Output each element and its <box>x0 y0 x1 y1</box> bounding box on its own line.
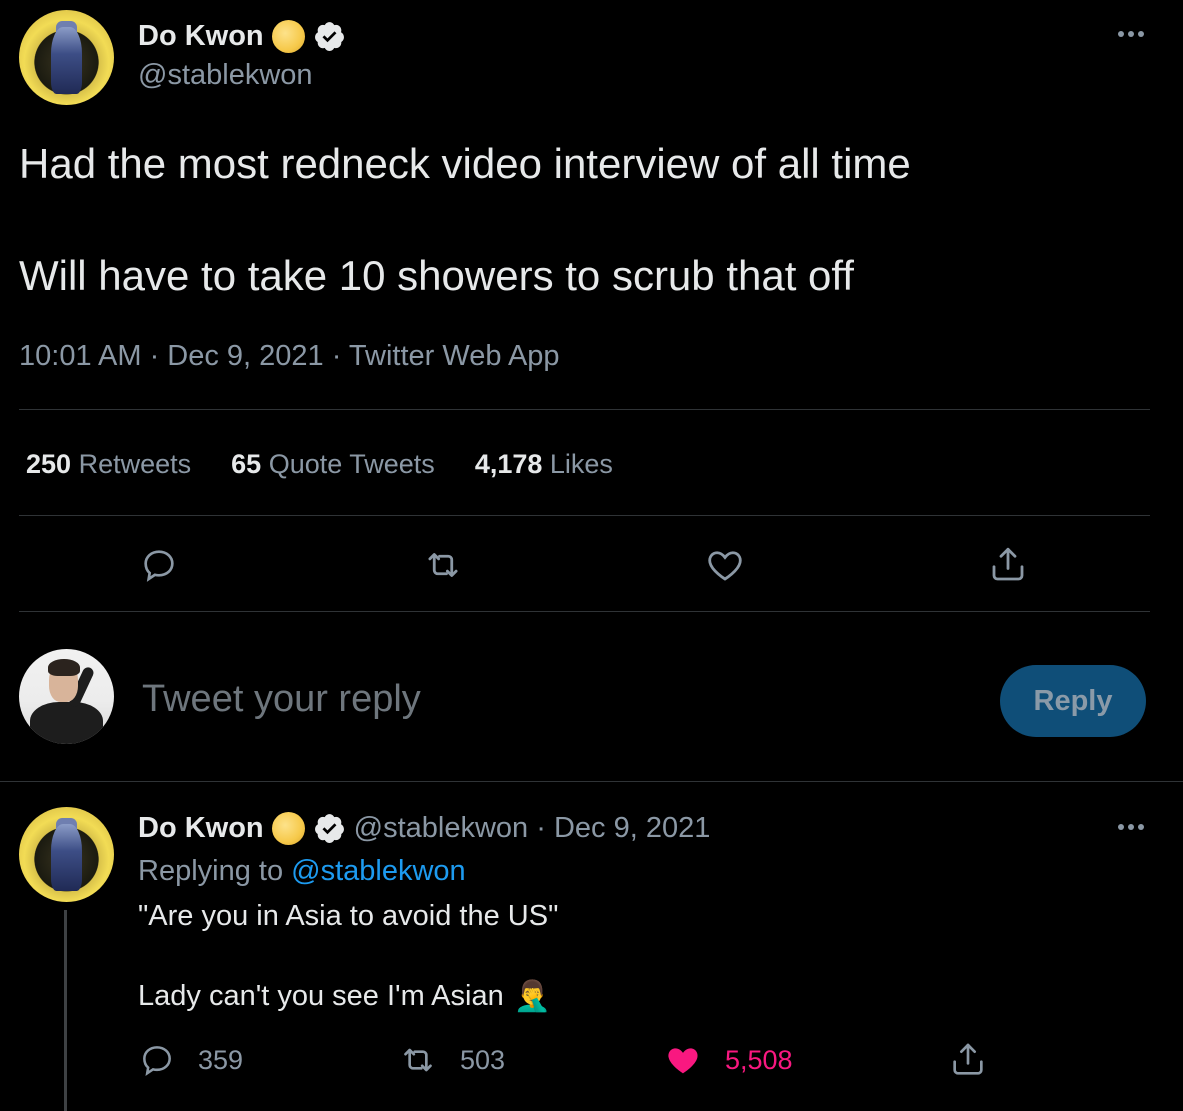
verified-icon <box>314 21 344 51</box>
reply-icon[interactable] <box>137 543 181 587</box>
reply-button[interactable]: Reply <box>1000 665 1146 737</box>
reply-likes-action[interactable]: 5,508 <box>663 1040 793 1080</box>
stats-row: 250 Retweets 65 Quote Tweets 4,178 Likes <box>26 449 613 480</box>
divider <box>19 409 1150 410</box>
reply-author-avatar[interactable] <box>19 807 114 902</box>
reply-icon <box>143 1046 171 1077</box>
reply-input[interactable]: Tweet your reply <box>142 678 421 721</box>
like-icon <box>668 1048 698 1074</box>
retweet-count: 503 <box>460 1044 506 1075</box>
divider <box>19 611 1150 612</box>
reply-count: 359 <box>198 1044 244 1075</box>
author-name-row: Do Kwon <box>138 16 346 56</box>
thread-line <box>64 910 67 1111</box>
quote-tweets-stat[interactable]: 65 Quote Tweets <box>231 449 435 480</box>
replying-to: Replying to @stablekwon <box>138 855 466 888</box>
author-avatar[interactable] <box>19 10 114 105</box>
retweet-icon <box>404 1048 432 1072</box>
quotes-label: Quote Tweets <box>268 449 435 479</box>
tweet-text-line-2: Will have to take 10 showers to scrub th… <box>19 252 854 299</box>
likes-stat[interactable]: 4,178 Likes <box>475 449 613 480</box>
reply-text-line-2-row: Lady can't you see I'm Asian 🤦‍♂️ <box>138 979 551 1014</box>
user-avatar[interactable] <box>19 649 114 744</box>
verified-icon <box>314 813 344 843</box>
likes-label: Likes <box>549 449 613 479</box>
retweets-stat[interactable]: 250 Retweets <box>26 449 191 480</box>
divider <box>19 515 1150 516</box>
reply-handle-date[interactable]: @stablekwon · Dec 9, 2021 <box>354 812 711 845</box>
coin-icon <box>271 19 305 53</box>
replying-to-label: Replying to <box>138 855 284 887</box>
retweets-count: 250 <box>26 449 72 479</box>
reply-retweets-action[interactable]: 503 <box>398 1040 505 1080</box>
author-handle[interactable]: @stablekwon <box>138 59 313 92</box>
reply-author-name[interactable]: Do Kwon <box>138 812 264 845</box>
tweet-meta[interactable]: 10:01 AM · Dec 9, 2021 · Twitter Web App <box>19 340 560 373</box>
more-icon[interactable] <box>1113 817 1149 837</box>
tweet-text-line-1: Had the most redneck video interview of … <box>19 140 911 187</box>
reply-replies-action[interactable]: 359 <box>138 1040 243 1080</box>
share-icon[interactable] <box>986 543 1030 587</box>
replying-to-handle[interactable]: @stablekwon <box>291 855 466 887</box>
reply-header-row: Do Kwon @stablekwon · Dec 9, 2021 <box>138 808 710 848</box>
like-icon[interactable] <box>703 543 747 587</box>
coin-icon <box>271 811 305 845</box>
likes-count: 4,178 <box>474 449 543 479</box>
more-icon[interactable] <box>1113 24 1149 44</box>
share-icon[interactable] <box>948 1040 988 1080</box>
reply-text-line-1: "Are you in Asia to avoid the US" <box>138 900 559 932</box>
reply-text-line-2: Lady can't you see I'm Asian <box>138 980 504 1012</box>
retweets-label: Retweets <box>78 449 192 479</box>
quotes-count: 65 <box>231 449 262 479</box>
like-count: 5,508 <box>725 1044 793 1075</box>
retweet-icon[interactable] <box>421 543 465 587</box>
facepalm-emoji: 🤦‍♂️ <box>513 980 552 1013</box>
author-name[interactable]: Do Kwon <box>138 20 264 53</box>
